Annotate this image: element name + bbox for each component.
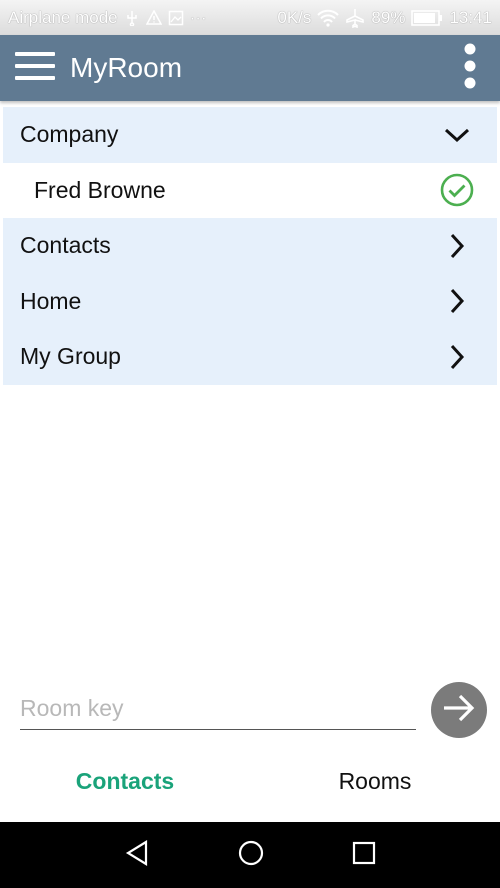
system-nav-bar [0, 822, 500, 888]
room-key-field [20, 688, 416, 730]
clock: 13:41 [449, 7, 492, 27]
tab-rooms[interactable]: Rooms [250, 752, 500, 810]
usb-icon [124, 10, 140, 26]
chevron-right-icon [439, 283, 475, 319]
chevron-right-icon [439, 228, 475, 264]
warning-icon [145, 9, 162, 26]
image-icon [168, 10, 184, 26]
list-item-label: Fred Browne [34, 176, 166, 203]
home-icon[interactable] [237, 839, 265, 872]
back-icon[interactable] [124, 839, 150, 872]
more-notifications-icon: ··· [189, 7, 207, 27]
list-item-company[interactable]: Company [3, 107, 497, 163]
list-item-label: Home [20, 287, 82, 314]
airplane-mode-label: Airplane mode [8, 7, 118, 27]
tab-contacts[interactable]: Contacts [0, 752, 250, 810]
hamburger-icon [15, 51, 55, 86]
join-room-button[interactable] [431, 682, 487, 738]
room-key-input[interactable] [20, 688, 416, 728]
check-circle-icon [439, 172, 475, 208]
airplane-icon [345, 8, 365, 28]
list-item-my-group[interactable]: My Group [3, 329, 497, 385]
menu-button[interactable] [0, 35, 70, 101]
chevron-right-icon [439, 339, 475, 375]
list-item-fred-browne[interactable]: Fred Browne [3, 162, 497, 218]
battery-percent: 89% [371, 7, 406, 27]
app-title: MyRoom [70, 52, 183, 83]
list-item-contacts[interactable]: Contacts [3, 218, 497, 274]
chevron-down-icon [439, 117, 475, 153]
status-bar: Airplane mode ··· 0K/s 89% 13:41 [0, 0, 500, 35]
wifi-icon [317, 9, 340, 27]
bottom-tabs: Contacts Rooms [0, 752, 500, 810]
recents-icon[interactable] [352, 841, 376, 870]
overflow-menu-button[interactable] [440, 35, 500, 101]
list-item-label: My Group [20, 343, 121, 370]
network-speed: 0K/s [277, 7, 312, 27]
app-bar: MyRoom [0, 35, 500, 101]
list-item-label: Contacts [20, 232, 111, 259]
more-vert-icon [463, 43, 477, 94]
contact-tree-list: Company Fred Browne Contacts Home My Gro… [3, 107, 497, 385]
battery-icon [411, 9, 443, 26]
list-item-label: Company [20, 121, 119, 148]
list-item-home[interactable]: Home [3, 273, 497, 329]
arrow-right-icon [442, 693, 476, 728]
